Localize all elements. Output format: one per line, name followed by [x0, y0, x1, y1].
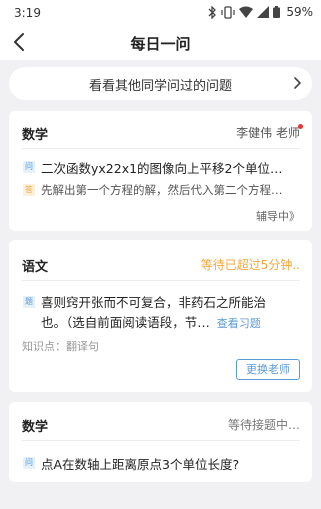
wifi-icon	[239, 6, 254, 18]
page-title: 每日一问	[130, 35, 191, 53]
card-subject: 语文	[22, 260, 49, 275]
vibrate-icon	[221, 5, 235, 19]
change-teacher-button[interactable]: 更换老师	[236, 359, 300, 380]
unread-dot	[298, 124, 303, 129]
nav-bar: 每日一问	[0, 26, 321, 60]
bluetooth-icon	[208, 5, 217, 19]
question-tag: 问	[23, 457, 35, 469]
waiting-status: 等待已超过5分钟..	[200, 258, 300, 272]
battery-icon	[273, 6, 281, 18]
status-icons: 59%	[207, 5, 313, 19]
question-tag: 问	[23, 161, 35, 173]
question-text: 二次函数yx22x1的图像向上平移2个单位…	[41, 161, 283, 176]
card-divider	[22, 440, 300, 441]
other-questions-label: 看看其他同学问过的问题	[88, 79, 232, 94]
other-questions-button[interactable]: 看看其他同学问过的问题	[9, 67, 312, 100]
answer-tag: 答	[23, 184, 35, 196]
card-subject: 数学	[22, 420, 49, 435]
chevron-right-icon	[294, 77, 302, 89]
answer-text: 先解出第一个方程的解，然后代入第二个方程…	[41, 183, 283, 197]
card-divider	[22, 280, 300, 281]
waiting-status: 等待接题中…	[227, 418, 300, 432]
exercise-text-line2: 也。（选自前面阅读语段，节…	[41, 315, 210, 330]
exercise-tag: 题	[23, 296, 35, 308]
question-text: 点A在数轴上距离原点3个单位长度?	[41, 457, 240, 472]
status-time: 3:19	[14, 6, 41, 20]
question-card[interactable]: 语文 等待已超过5分钟.. 题 喜则窍开张而不可复合，非药石之所能治 也。（选自…	[9, 240, 312, 392]
card-divider	[22, 148, 300, 149]
teacher-name: 李健伟 老师	[236, 126, 300, 140]
exercise-text-line2-row: 也。（选自前面阅读语段，节… 查看习题	[41, 312, 261, 331]
view-exercise-link[interactable]: 查看习题	[217, 317, 261, 330]
exercise-text-line1: 喜则窍开张而不可复合，非药石之所能治	[41, 295, 267, 310]
signal-icon	[257, 6, 270, 18]
knowledge-point: 知识点：翻译句	[22, 340, 99, 353]
status-bar: 3:19 59%	[0, 0, 321, 26]
card-subject: 数学	[22, 128, 49, 143]
tutoring-status-link[interactable]: 辅导中》	[256, 208, 300, 224]
battery-percent: 59%	[286, 5, 313, 19]
question-card[interactable]: 数学 等待接题中… 问 点A在数轴上距离原点3个单位长度?	[9, 402, 312, 482]
question-card[interactable]: 数学 李健伟 老师 问 二次函数yx22x1的图像向上平移2个单位… 答 先解出…	[9, 111, 312, 231]
